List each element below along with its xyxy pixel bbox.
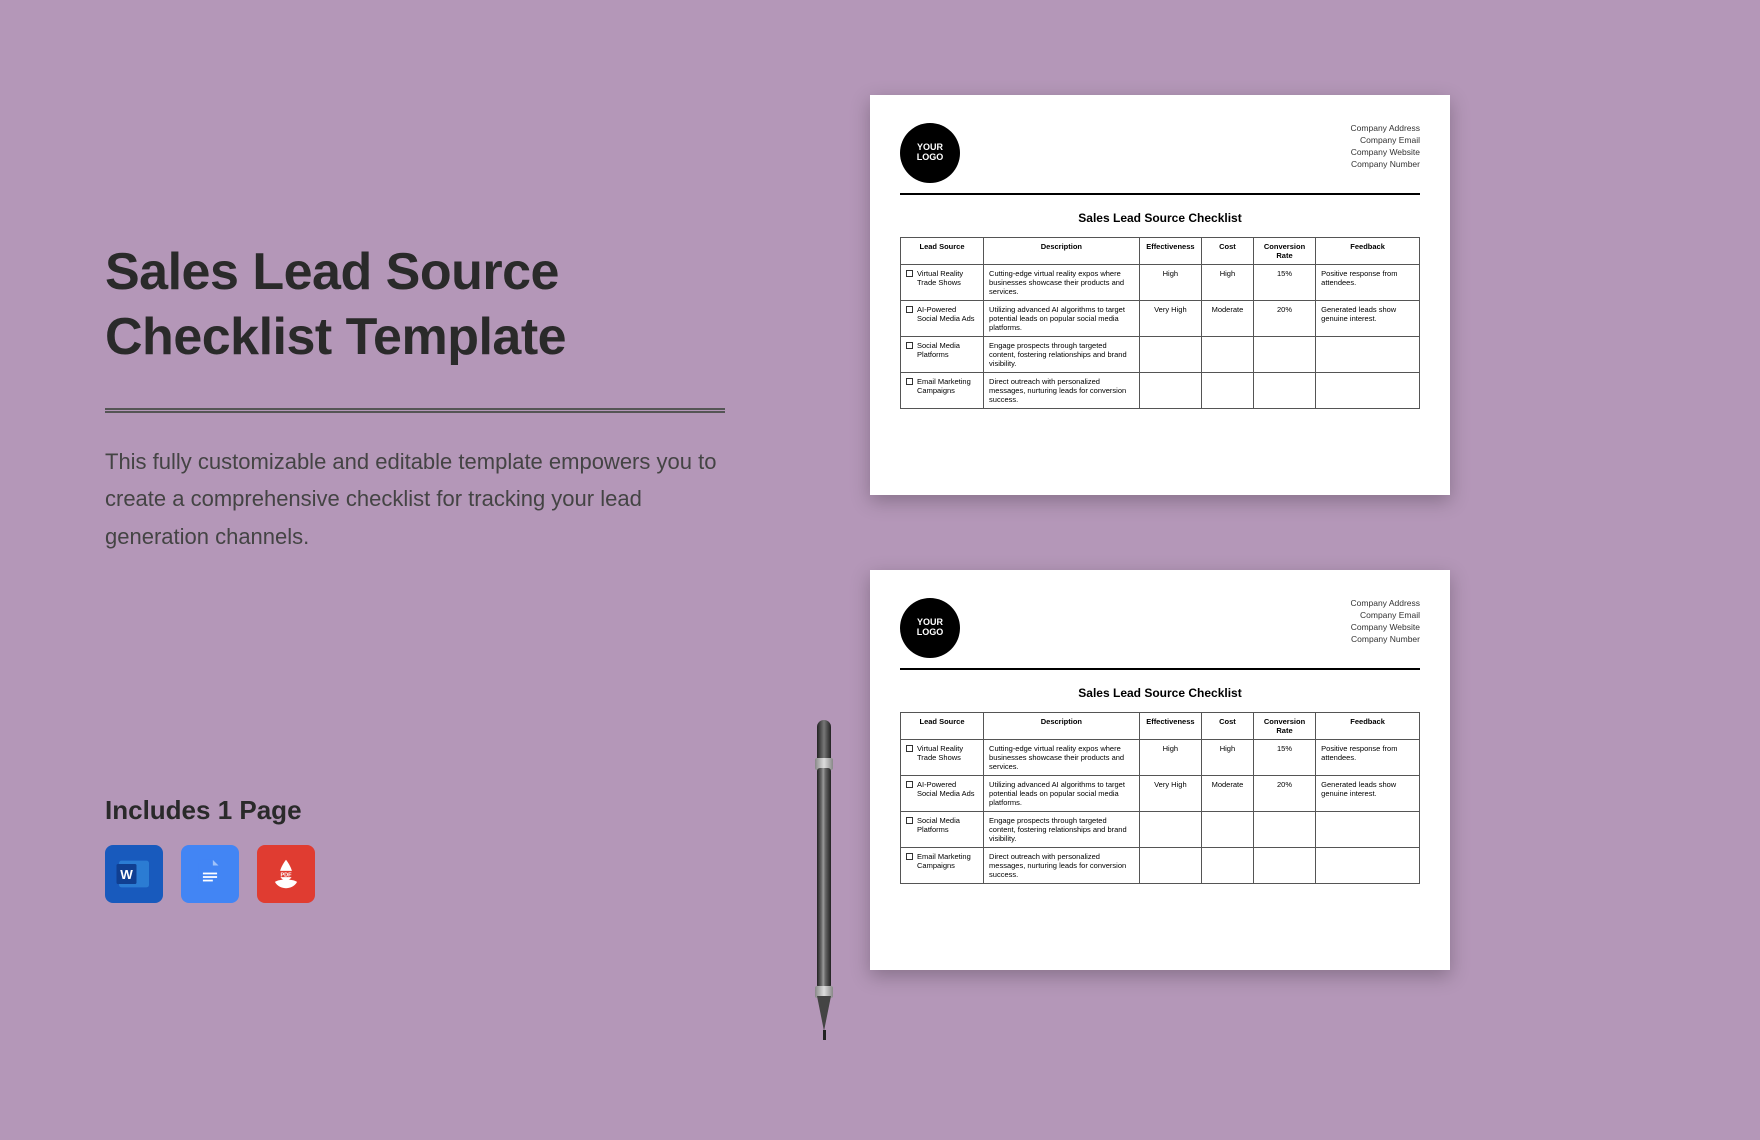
pdf-icon: PDF [257, 845, 315, 903]
document-preview-top: YOUR LOGO Company Address Company Email … [870, 95, 1450, 495]
th-desc: Description [984, 713, 1140, 740]
table-row: AI-Powered Social Media AdsUtilizing adv… [901, 776, 1420, 812]
table-body-bottom: Virtual Reality Trade ShowsCutting-edge … [901, 740, 1420, 884]
left-column: Sales Lead Source Checklist Template Thi… [105, 240, 725, 555]
company-website: Company Website [1351, 622, 1420, 634]
th-source: Lead Source [901, 238, 984, 265]
document-preview-bottom: YOUR LOGO Company Address Company Email … [870, 570, 1450, 970]
document-title: Sales Lead Source Checklist [900, 211, 1420, 225]
th-desc: Description [984, 238, 1140, 265]
document-header: YOUR LOGO Company Address Company Email … [900, 123, 1420, 195]
table-row: Social Media PlatformsEngage prospects t… [901, 337, 1420, 373]
company-address: Company Address [1351, 598, 1420, 610]
document-title: Sales Lead Source Checklist [900, 686, 1420, 700]
company-number: Company Number [1351, 159, 1420, 171]
th-source: Lead Source [901, 713, 984, 740]
checklist-table: Lead Source Description Effectiveness Co… [900, 712, 1420, 884]
th-cost: Cost [1202, 713, 1254, 740]
company-website: Company Website [1351, 147, 1420, 159]
includes-label: Includes 1 Page [105, 795, 302, 826]
th-eff: Effectiveness [1139, 238, 1201, 265]
logo-placeholder: YOUR LOGO [900, 598, 960, 658]
table-body-top: Virtual Reality Trade ShowsCutting-edge … [901, 265, 1420, 409]
checklist-table: Lead Source Description Effectiveness Co… [900, 237, 1420, 409]
pen-graphic [815, 720, 833, 1030]
gdocs-icon [181, 845, 239, 903]
table-row: Virtual Reality Trade ShowsCutting-edge … [901, 265, 1420, 301]
table-row: Social Media PlatformsEngage prospects t… [901, 812, 1420, 848]
company-info: Company Address Company Email Company We… [1351, 598, 1420, 646]
page-description: This fully customizable and editable tem… [105, 443, 725, 555]
th-eff: Effectiveness [1139, 713, 1201, 740]
table-row: Email Marketing CampaignsDirect outreach… [901, 848, 1420, 884]
th-conv: Conversion Rate [1253, 238, 1315, 265]
company-info: Company Address Company Email Company We… [1351, 123, 1420, 171]
svg-text:W: W [120, 867, 133, 882]
table-row: Virtual Reality Trade ShowsCutting-edge … [901, 740, 1420, 776]
format-icons-row: W PDF [105, 845, 315, 903]
svg-text:PDF: PDF [280, 872, 292, 878]
page-title: Sales Lead Source Checklist Template [105, 240, 725, 370]
th-feedback: Feedback [1316, 713, 1420, 740]
company-email: Company Email [1351, 135, 1420, 147]
word-icon: W [105, 845, 163, 903]
divider-double [105, 408, 725, 413]
company-number: Company Number [1351, 634, 1420, 646]
table-row: AI-Powered Social Media AdsUtilizing adv… [901, 301, 1420, 337]
document-header: YOUR LOGO Company Address Company Email … [900, 598, 1420, 670]
th-cost: Cost [1202, 238, 1254, 265]
company-address: Company Address [1351, 123, 1420, 135]
table-row: Email Marketing CampaignsDirect outreach… [901, 373, 1420, 409]
th-feedback: Feedback [1316, 238, 1420, 265]
company-email: Company Email [1351, 610, 1420, 622]
logo-placeholder: YOUR LOGO [900, 123, 960, 183]
th-conv: Conversion Rate [1253, 713, 1315, 740]
